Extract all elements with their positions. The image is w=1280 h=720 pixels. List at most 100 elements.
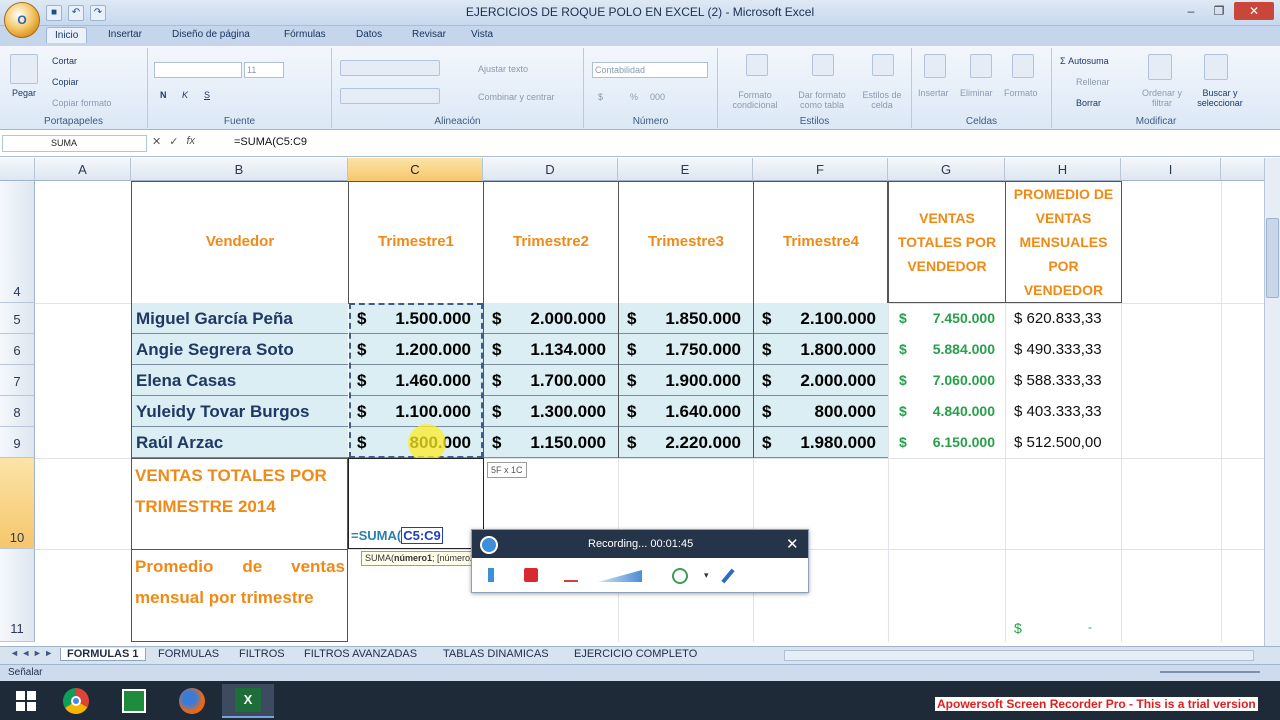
merge-center-button[interactable]: Combinar y centrar	[478, 92, 555, 102]
minimize-recorder-icon[interactable]	[564, 580, 578, 582]
cell-promedio-vendedor[interactable]: $ 620.833,33	[1006, 303, 1121, 334]
chevron-down-icon[interactable]: ▾	[704, 570, 709, 581]
cell-trimestre-t3[interactable]: $1.900.000	[619, 365, 753, 396]
delete-cells-icon[interactable]	[970, 54, 992, 78]
row-header-11[interactable]: 11	[0, 549, 35, 642]
col-header-g[interactable]: G	[888, 158, 1005, 181]
cell-vendor-name[interactable]: Yuleidy Tovar Burgos	[132, 396, 348, 427]
header-vendedor[interactable]: Vendedor	[132, 182, 348, 302]
start-button[interactable]	[0, 684, 52, 718]
cell-trimestre-t2[interactable]: $1.134.000	[484, 334, 618, 365]
sort-filter-button[interactable]: Ordenar y filtrar	[1138, 88, 1186, 108]
cell-promedio-vendedor[interactable]: $ 588.333,33	[1006, 365, 1121, 396]
col-header-h[interactable]: H	[1005, 158, 1121, 181]
col-header-i[interactable]: I	[1121, 158, 1221, 181]
find-select-button[interactable]: Buscar y seleccionar	[1188, 88, 1252, 108]
select-all-corner[interactable]	[0, 158, 35, 181]
sheet-tab-ejercicio-completo[interactable]: EJERCICIO COMPLETO	[568, 648, 703, 660]
insert-cells-button[interactable]: Insertar	[918, 88, 949, 98]
office-button[interactable]: O	[4, 2, 40, 38]
cell-trimestre-t3[interactable]: $1.640.000	[619, 396, 753, 427]
cell-vendor-name[interactable]: Raúl Arzac	[132, 427, 348, 458]
cell-total-vendedor[interactable]: $7.060.000	[889, 365, 1005, 396]
fill-button[interactable]: Rellenar	[1076, 77, 1110, 87]
cell-trimestre-t4[interactable]: $2.000.000	[754, 365, 888, 396]
cell-trimestre-t2[interactable]: $1.150.000	[484, 427, 618, 458]
thousands-button[interactable]: 000	[650, 92, 665, 102]
editing-formula[interactable]: =SUMA(C5:C9	[351, 527, 443, 544]
row-header-9[interactable]: 9	[0, 427, 35, 458]
cell-promedio-vendedor[interactable]: $ 490.333,33	[1006, 334, 1121, 365]
minimize-button[interactable]: –	[1178, 2, 1204, 20]
paste-label[interactable]: Pegar	[12, 88, 36, 98]
formula-input[interactable]: =SUMA(C5:C9	[234, 136, 307, 148]
tab-revisar[interactable]: Revisar	[412, 29, 446, 40]
header-trimestre3[interactable]: Trimestre3	[619, 182, 753, 302]
chrome-taskbar-button[interactable]	[50, 684, 102, 718]
cell-total-vendedor[interactable]: $5.884.000	[889, 334, 1005, 365]
recorder-widget[interactable]: Recording... 00:01:45 ✕ ▾	[471, 529, 809, 593]
zoom-slider[interactable]	[1160, 671, 1260, 673]
scroll-thumb[interactable]	[1266, 218, 1279, 298]
tab-vista[interactable]: Vista	[471, 29, 493, 40]
col-header-a[interactable]: A	[35, 158, 131, 181]
find-select-icon[interactable]	[1204, 54, 1228, 80]
cell-total-vendedor[interactable]: $4.840.000	[889, 396, 1005, 427]
cell-styles-icon[interactable]	[872, 54, 894, 76]
cell-trimestre-t4[interactable]: $800.000	[754, 396, 888, 427]
row-header-6[interactable]: 6	[0, 334, 35, 365]
cell-trimestre-t3[interactable]: $1.850.000	[619, 303, 753, 334]
webcam-icon[interactable]	[672, 568, 688, 584]
volume-icon[interactable]	[598, 570, 642, 582]
firefox-taskbar-button[interactable]	[166, 684, 218, 718]
enter-icon[interactable]: ✓	[169, 135, 178, 148]
table-format-icon[interactable]	[812, 54, 834, 76]
cell-trimestre-t2[interactable]: $1.300.000	[484, 396, 618, 427]
align-left-icon[interactable]	[340, 88, 440, 104]
fx-icon[interactable]: fx	[186, 135, 195, 148]
cell-trimestre-t4[interactable]: $2.100.000	[754, 303, 888, 334]
header-promedio[interactable]: PROMEDIO DE VENTAS MENSUALES POR VENDEDO…	[1006, 182, 1121, 302]
font-name-combo[interactable]	[154, 62, 242, 78]
row-header-8[interactable]: 8	[0, 396, 35, 427]
italic-button[interactable]: K	[182, 90, 188, 100]
cell-styles-button[interactable]: Estilos de celda	[856, 90, 908, 110]
cancel-icon[interactable]: ✕	[152, 135, 161, 148]
percent-button[interactable]: %	[630, 92, 638, 102]
sheet-tab-tablas-dinamicas[interactable]: TABLAS DINAMICAS	[437, 648, 555, 660]
header-trimestre1[interactable]: Trimestre1	[349, 182, 483, 302]
cell-vendor-name[interactable]: Elena Casas	[132, 365, 348, 396]
close-button[interactable]: ✕	[1234, 2, 1274, 20]
pen-icon[interactable]	[721, 568, 735, 584]
align-top-icon[interactable]	[340, 60, 440, 76]
cell-promedio-vendedor[interactable]: $ 403.333,33	[1006, 396, 1121, 427]
cut-button[interactable]: Cortar	[52, 56, 77, 66]
vertical-scrollbar[interactable]	[1264, 158, 1280, 646]
conditional-format-button[interactable]: Formato condicional	[724, 90, 786, 110]
bold-button[interactable]: N	[160, 90, 167, 100]
sheet-tab-filtros[interactable]: FILTROS	[233, 648, 291, 660]
cell-vendor-name[interactable]: Miguel García Peña	[132, 303, 348, 334]
label-ventas-trimestre[interactable]: VENTAS TOTALES POR TRIMESTRE 2014	[135, 460, 347, 522]
tab-datos[interactable]: Datos	[356, 29, 382, 40]
pause-icon[interactable]	[488, 568, 494, 582]
format-painter-button[interactable]: Copiar formato	[52, 98, 112, 108]
horizontal-scrollbar[interactable]	[784, 650, 1254, 661]
sort-filter-icon[interactable]	[1148, 54, 1172, 80]
cell-trimestre-t4[interactable]: $1.800.000	[754, 334, 888, 365]
name-box[interactable]: SUMA	[2, 135, 147, 152]
format-cells-button[interactable]: Formato	[1004, 88, 1038, 98]
font-size-combo[interactable]: 11	[244, 62, 284, 78]
currency-button[interactable]: $	[598, 92, 603, 102]
col-header-c[interactable]: C	[348, 158, 483, 181]
number-format-combo[interactable]: Contabilidad	[592, 62, 708, 78]
underline-button[interactable]: S	[204, 90, 210, 100]
recorder-close-icon[interactable]: ✕	[786, 535, 799, 553]
format-cells-icon[interactable]	[1012, 54, 1034, 78]
cell-total-vendedor[interactable]: $7.450.000	[889, 303, 1005, 334]
tab-inicio[interactable]: Inicio	[46, 27, 88, 43]
col-header-e[interactable]: E	[618, 158, 753, 181]
clear-button[interactable]: Borrar	[1076, 98, 1101, 108]
cell-trimestre-t2[interactable]: $1.700.000	[484, 365, 618, 396]
col-header-d[interactable]: D	[483, 158, 618, 181]
